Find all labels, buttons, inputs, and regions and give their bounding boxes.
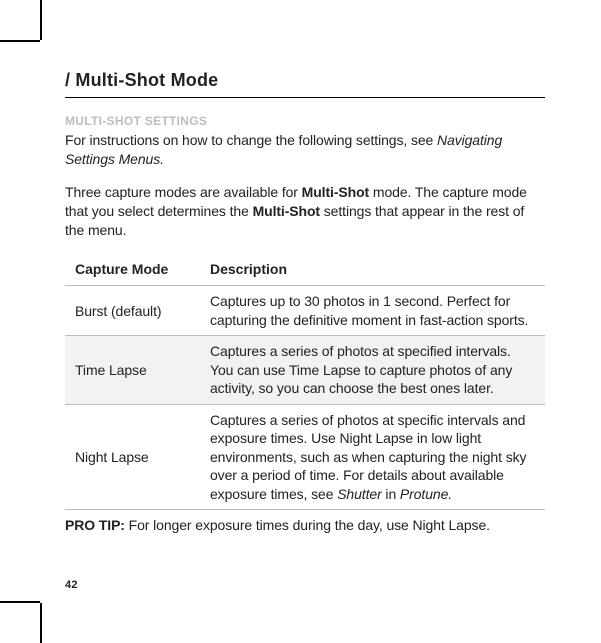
intro-paragraph-2: Three capture modes are available for Mu… (65, 183, 545, 240)
header-capture-mode: Capture Mode (65, 253, 200, 286)
table-row: Night Lapse Captures a series of photos … (65, 404, 545, 509)
section-heading: MULTI-SHOT SETTINGS (65, 114, 545, 128)
cell-mode: Time Lapse (65, 336, 200, 404)
table-header-row: Capture Mode Description (65, 253, 545, 286)
chapter-title: / Multi-Shot Mode (65, 70, 545, 98)
crop-mark (40, 603, 42, 643)
desc-text: Captures a series of photos at specified… (210, 343, 512, 396)
pro-tip-text: For longer exposure times during the day… (129, 517, 490, 533)
capture-modes-table: Capture Mode Description Burst (default)… (65, 253, 545, 510)
bold-term: Multi-Shot (302, 184, 369, 200)
table-row: Burst (default) Captures up to 30 photos… (65, 286, 545, 336)
desc-italic: Protune. (400, 486, 452, 502)
crop-mark (0, 601, 40, 603)
intro-paragraph-1: For instructions on how to change the fo… (65, 131, 545, 169)
bold-term: Multi-Shot (253, 203, 320, 219)
table-row: Time Lapse Captures a series of photos a… (65, 336, 545, 404)
page-content: / Multi-Shot Mode MULTI-SHOT SETTINGS Fo… (65, 70, 545, 535)
header-description: Description (200, 253, 545, 286)
desc-text: Captures up to 30 photos in 1 second. Pe… (210, 293, 528, 327)
page-number: 42 (65, 579, 78, 591)
cell-mode: Night Lapse (65, 404, 200, 509)
cell-description: Captures up to 30 photos in 1 second. Pe… (200, 286, 545, 336)
cell-description: Captures a series of photos at specific … (200, 404, 545, 509)
desc-text: in (382, 486, 400, 502)
pro-tip: PRO TIP: For longer exposure times durin… (65, 516, 545, 535)
cell-mode: Burst (default) (65, 286, 200, 336)
desc-italic: Shutter (337, 486, 381, 502)
pro-tip-label: PRO TIP: (65, 517, 129, 533)
text: Three capture modes are available for (65, 184, 302, 200)
crop-mark (40, 0, 42, 40)
intro-text: For instructions on how to change the fo… (65, 132, 437, 148)
cell-description: Captures a series of photos at specified… (200, 336, 545, 404)
crop-mark (0, 40, 40, 42)
